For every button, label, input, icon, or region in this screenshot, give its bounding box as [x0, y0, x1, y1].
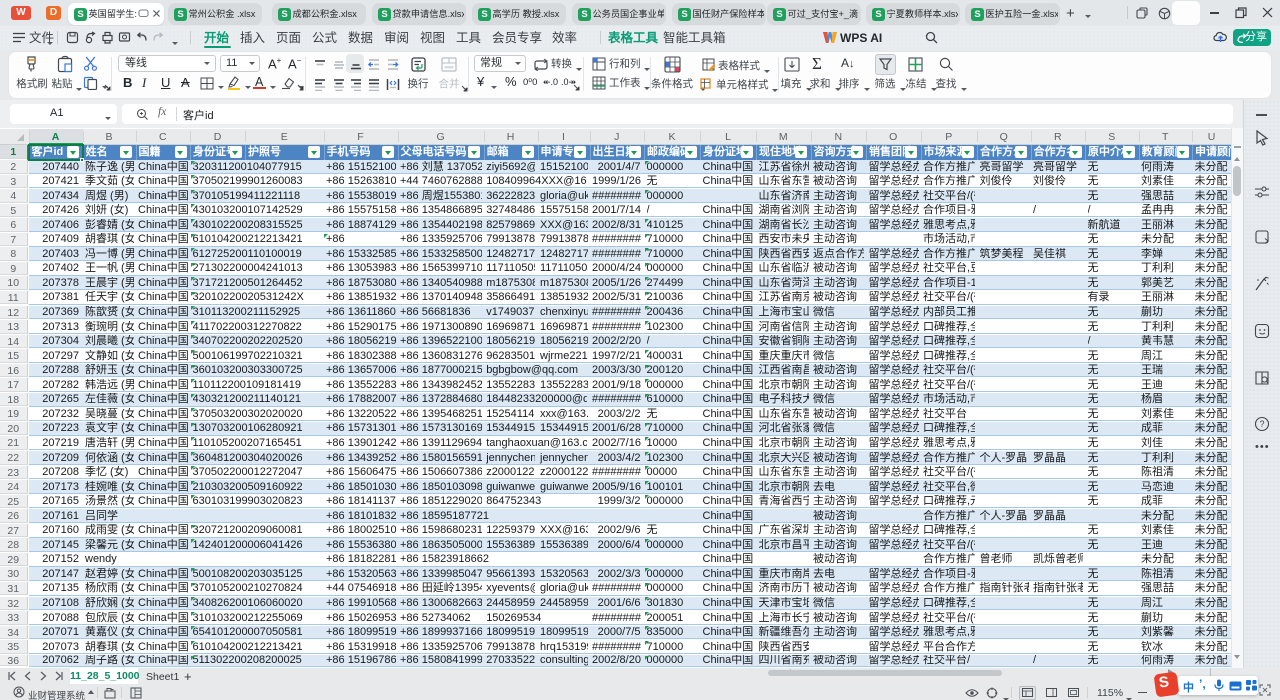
svg-text:?: ? — [1260, 419, 1265, 429]
